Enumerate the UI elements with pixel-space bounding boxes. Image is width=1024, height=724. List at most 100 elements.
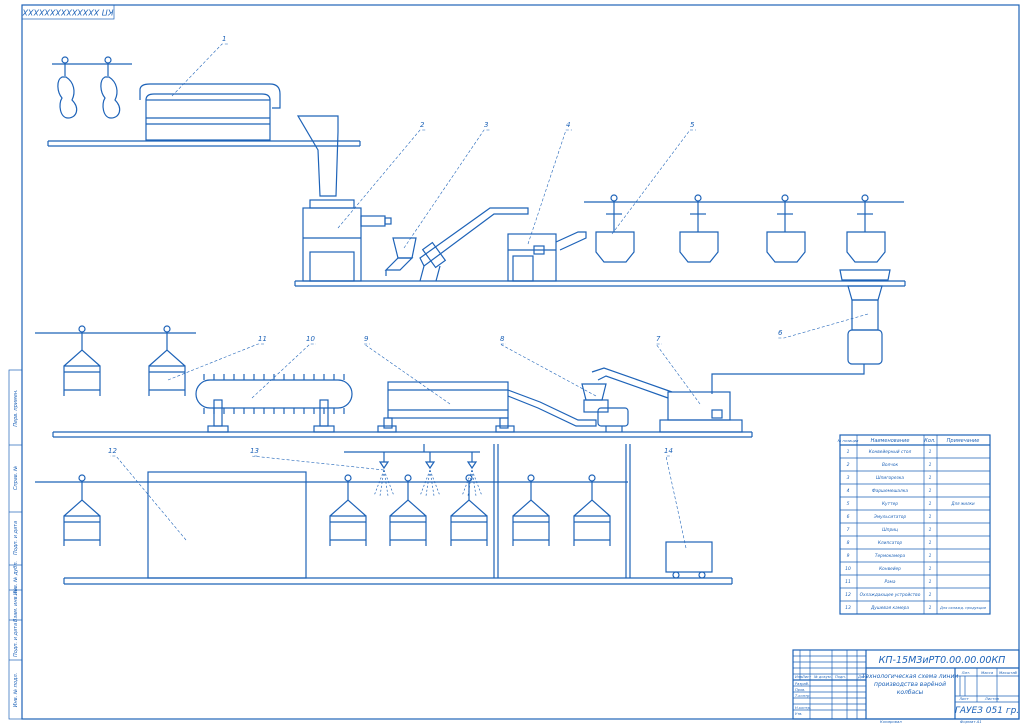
compressor <box>665 541 713 573</box>
callout-number: 13 <box>250 447 259 455</box>
role-label: Разраб. <box>795 682 809 686</box>
clipper <box>581 383 629 432</box>
callout-number: 4 <box>566 121 570 129</box>
thermo-chamber <box>377 381 597 433</box>
row-qty: 1 <box>929 501 932 507</box>
table-row: 13 Душевая камера 1 Для охлажд. продукци… <box>845 605 987 611</box>
row-number: 13 <box>845 605 851 611</box>
row-qty: 1 <box>929 605 932 611</box>
row-qty: 1 <box>929 553 932 559</box>
table-row: 5 Куттер 1 Для жилки <box>847 501 975 507</box>
row-number: 10 <box>845 566 851 572</box>
frame-cart <box>450 474 488 546</box>
mass-label: Масса <box>981 670 994 675</box>
role-label: Пров. <box>795 688 805 692</box>
row-name: Шпигорезка <box>876 475 904 481</box>
row-label: Лист <box>801 675 812 679</box>
kettle-group <box>595 194 886 263</box>
row-name: Шприц <box>882 527 898 533</box>
mincer <box>302 207 362 282</box>
table-row: 4 Фаршемешалка 1 <box>847 488 932 494</box>
row-qty: 1 <box>929 566 932 572</box>
table-header: Наименование <box>871 438 910 444</box>
row-number: 9 <box>847 553 850 559</box>
side-stamp-label: Перв. примен. <box>13 389 19 427</box>
conveyor-table <box>145 99 271 141</box>
title-block: Изм. Лист № докум. Подп. Дата Разраб. Пр… <box>792 649 1020 724</box>
hopper <box>296 115 339 197</box>
callout-number: 6 <box>778 329 783 337</box>
row-name: Куттер <box>882 501 898 507</box>
shower-nozzles <box>344 444 483 497</box>
frame-cart <box>512 474 550 546</box>
table-row: 9 Термокамера 1 <box>847 553 932 559</box>
row-number: 3 <box>847 475 850 481</box>
row-name: Конвейер <box>879 566 901 572</box>
row-number: 7 <box>847 527 850 533</box>
callout-number: 12 <box>108 447 117 455</box>
row-name: Волчок <box>882 462 898 468</box>
row-qty: 1 <box>929 527 932 533</box>
funnel <box>392 237 417 259</box>
callout-number: 8 <box>500 335 505 343</box>
format-label: Формат А1 <box>960 719 982 724</box>
drawing-name-line: Технологическая схема линии <box>862 673 959 680</box>
emulsifier <box>711 269 891 394</box>
row-label: № докум. <box>813 675 832 679</box>
row-name: Рама <box>884 579 895 585</box>
table-row: 2 Волчок 1 <box>847 462 932 468</box>
spiked-conveyor <box>195 374 353 433</box>
slicer <box>507 233 557 282</box>
role-label: Т.контр. <box>795 694 811 698</box>
lit-label: Лит. <box>961 670 971 675</box>
row-qty: 1 <box>929 540 932 546</box>
side-stamp-label: Подп. и дата <box>13 521 19 555</box>
callout-number: 1 <box>222 35 226 43</box>
side-stamp-label: Инв. № подл. <box>13 673 19 708</box>
row-number: 5 <box>847 501 850 507</box>
row-number: 1 <box>847 449 850 455</box>
scale-label: Масштаб <box>999 670 1018 675</box>
frame-cart <box>63 474 101 546</box>
table-header: № позиции <box>837 439 859 443</box>
table-row: 7 Шприц 1 <box>847 527 932 533</box>
row-qty: 1 <box>929 462 932 468</box>
table-row: 8 Клипсатор 1 <box>847 540 932 546</box>
drawing-designation: КП-15МЗиРТ0.00.00.00КП <box>879 655 1006 666</box>
row-qty: 1 <box>929 488 932 494</box>
row-name: Термокамера <box>875 553 906 559</box>
row-qty: 1 <box>929 579 932 585</box>
cooling-chamber <box>147 471 307 579</box>
table-row: 3 Шпигорезка 1 <box>847 475 932 481</box>
carcass-icon <box>100 76 121 119</box>
frame-cart <box>329 474 367 546</box>
row-number: 6 <box>847 514 850 520</box>
callout-number: 10 <box>306 335 315 343</box>
incline-conveyor <box>419 207 529 267</box>
side-stamp-label: Подп. и дата <box>13 623 19 657</box>
table-row: 12 Охлаждающее устройство 1 <box>845 592 931 598</box>
sheets-label: Листов <box>984 696 1000 701</box>
drawing-name-line: колбасы <box>897 689 924 696</box>
frame-cart <box>63 325 101 396</box>
callout-number: 2 <box>420 121 425 129</box>
callout-number: 3 <box>484 121 488 129</box>
side-stamp-label: Справ. № <box>13 466 19 490</box>
sheet-label: Лист <box>958 696 969 701</box>
row-number: 11 <box>845 579 851 585</box>
legend-table: № позиции Наименование Кол. Примечание 1… <box>837 434 991 615</box>
table-header: Кол. <box>924 438 935 444</box>
drawing-name-line: производства варёной <box>874 681 946 688</box>
row-qty: 1 <box>929 592 932 598</box>
role-label: Утв. <box>795 712 803 716</box>
row-note: Для жилки <box>950 501 975 506</box>
table-row: 11 Рама 1 <box>845 579 931 585</box>
callout-number: 5 <box>690 121 695 129</box>
row-name: Конвейерный стол <box>869 449 912 455</box>
side-stamp: Перв. примен. Справ. № Подп. и дата Инв.… <box>8 369 23 720</box>
row-number: 2 <box>847 462 850 468</box>
callout-number: 9 <box>364 335 369 343</box>
callout-number: 7 <box>656 335 661 343</box>
row-number: 12 <box>845 592 851 598</box>
table-header: Примечание <box>947 438 980 444</box>
